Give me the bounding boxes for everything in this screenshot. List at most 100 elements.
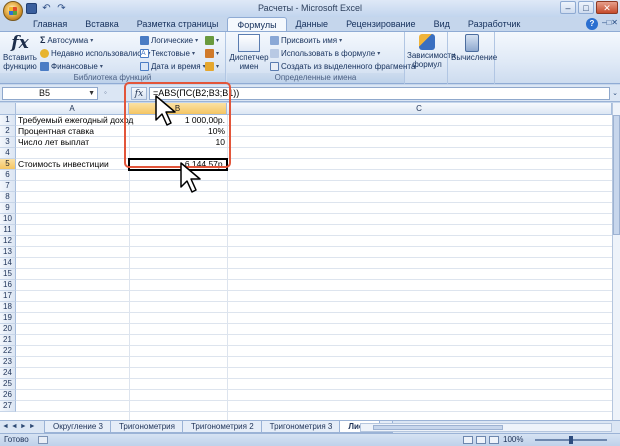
column-header-a[interactable]: A [16,103,129,115]
row-header[interactable]: 2 [0,126,16,137]
maximize-button[interactable]: □ [578,1,594,14]
row-header[interactable]: 9 [0,203,16,214]
row-header[interactable]: 6 [0,170,16,181]
insert-function-fx-button[interactable]: fx [131,87,147,100]
row-header[interactable]: 14 [0,258,16,269]
cell-a3[interactable]: Число лет выплат [18,137,89,148]
row-header[interactable]: 19 [0,313,16,324]
select-all-corner[interactable] [0,103,16,115]
tab-developer[interactable]: Разработчик [459,17,529,32]
tab-home[interactable]: Главная [24,17,76,32]
row-header[interactable]: 20 [0,324,16,335]
sheet-tab[interactable]: Тригонометрия 2 [181,421,263,433]
tab-data[interactable]: Данные [287,17,338,32]
sheet-tab[interactable]: Округление 3 [44,421,112,433]
normal-view-icon[interactable] [463,436,473,444]
tab-view[interactable]: Вид [425,17,459,32]
cell-a1[interactable]: Требуемый ежегодный доход [18,115,133,126]
expand-formula-icon[interactable]: ⌄ [612,89,618,97]
row-header[interactable]: 17 [0,291,16,302]
row-header[interactable]: 16 [0,280,16,291]
sheet-tabs: Округление 3 Тригонометрия Тригонометрия… [44,421,394,433]
help-icon[interactable]: ? [586,18,598,30]
office-button[interactable] [3,1,23,21]
formula-bar-resize[interactable]: ◦ [104,88,107,97]
page-layout-view-icon[interactable] [476,436,486,444]
date-time-button[interactable]: Дата и время▾ [140,60,206,72]
row-header[interactable]: 25 [0,379,16,390]
more-functions-button[interactable]: ▾ [205,60,219,72]
recently-used-button[interactable]: Недавно использовались▾ [40,47,150,59]
macro-record-icon[interactable] [38,436,48,444]
lookup-button[interactable]: ▾ [205,34,219,46]
formula-input[interactable]: =ABS(ПС(B2;B3;B1)) [149,87,610,100]
worksheet-grid[interactable]: A B C 1 2 3 4 5 6 7 8 9 10 11 12 13 14 15 16 17 18 19 20 21 2… [0,103,612,420]
horizontal-scrollbar[interactable] [360,423,612,432]
cell-a2[interactable]: Процентная ставка [18,126,94,137]
calculation-button[interactable]: Вычисление [451,34,497,62]
minimize-button[interactable]: – [560,1,576,14]
logical-button[interactable]: Логические ▾ [140,34,198,46]
tab-page-layout[interactable]: Разметка страницы [128,17,228,32]
row-header[interactable]: 26 [0,390,16,401]
row-header[interactable]: 12 [0,236,16,247]
group-defined-names: Диспетчер имен Присвоить имя ▾ Использова… [227,32,415,84]
row-gridline [16,136,612,137]
row-header[interactable]: 8 [0,192,16,203]
row-header[interactable]: 21 [0,335,16,346]
tab-formulas[interactable]: Формулы [227,17,287,32]
close-button[interactable]: ✕ [596,1,618,14]
document-window-controls[interactable]: –□✕ [602,18,618,27]
assign-name-button[interactable]: Присвоить имя ▾ [270,34,342,46]
row-gridline [16,356,612,357]
row-header[interactable]: 18 [0,302,16,313]
sheet-tab[interactable]: Тригонометрия 3 [260,421,342,433]
sheet-tab[interactable]: Тригонометрия [109,421,184,433]
row-header[interactable]: 27 [0,401,16,412]
horizontal-scroll-thumb[interactable] [373,425,503,430]
name-manager-button[interactable]: Диспетчер имен [229,34,269,71]
tab-insert[interactable]: Вставка [76,17,127,32]
row-header[interactable]: 1 [0,115,16,126]
name-box[interactable]: B5 ▼ [2,87,98,100]
text-functions-button[interactable]: A Текстовые ▾ [140,47,195,59]
row-header[interactable]: 24 [0,368,16,379]
row-gridline [16,191,612,192]
chevron-down-icon[interactable]: ▼ [88,88,95,99]
row-header[interactable]: 13 [0,247,16,258]
status-bar: Готово 100% [0,433,620,446]
autosum-button[interactable]: Σ Автосумма ▾ [40,34,93,46]
formula-auditing-button[interactable]: Зависимости формул [407,34,456,69]
name-manager-icon [238,34,260,52]
vertical-scroll-thumb[interactable] [613,115,620,235]
tab-review[interactable]: Рецензирование [337,17,425,32]
zoom-slider[interactable] [535,436,607,444]
row-header[interactable]: 5 [0,159,16,170]
text-icon: A [140,48,149,58]
row-header[interactable]: 23 [0,357,16,368]
active-cell-border [128,158,228,171]
cell-a5[interactable]: Стоимость инвестиции [18,159,109,170]
create-from-selection-button[interactable]: Создать из выделенного фрагмента [270,60,415,72]
vertical-scrollbar[interactable] [612,103,620,420]
math-button[interactable]: ▾ [205,47,219,59]
row-header[interactable]: 22 [0,346,16,357]
status-text: Готово [4,435,29,444]
row-header[interactable]: 4 [0,148,16,159]
zoom-level[interactable]: 100% [503,435,523,444]
use-in-formula-button[interactable]: Использовать в формуле ▾ [270,47,380,59]
row-header[interactable]: 3 [0,137,16,148]
row-header[interactable]: 15 [0,269,16,280]
row-header[interactable]: 10 [0,214,16,225]
financial-button[interactable]: Финансовые ▾ [40,60,103,72]
sheet-nav-arrows[interactable]: ◄◄►► [2,423,38,430]
column-header-c[interactable]: C [227,103,612,115]
row-header[interactable]: 7 [0,181,16,192]
ribbon-tabs: Главная Вставка Разметка страницы Формул… [24,17,529,32]
row-header[interactable]: 11 [0,225,16,236]
insert-function-button[interactable]: fx Вставить функцию [3,34,37,71]
page-break-view-icon[interactable] [489,436,499,444]
row-gridline [16,367,612,368]
row-gridline [16,411,612,412]
cell-b3[interactable]: 10 [131,137,225,148]
